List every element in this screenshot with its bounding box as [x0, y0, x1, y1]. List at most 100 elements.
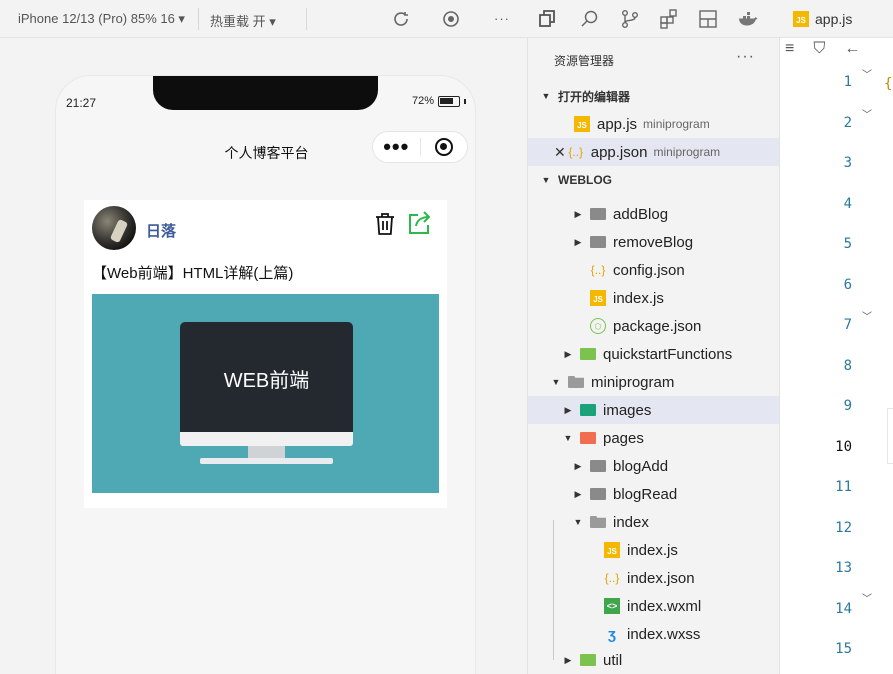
line-number: 1 — [843, 74, 852, 90]
tree-item-miniprogram[interactable]: ▼ miniprogram — [528, 368, 780, 396]
tree-item-label: removeBlog — [613, 233, 694, 251]
avatar — [92, 206, 136, 250]
open-file-app-js[interactable]: JS app.js miniprogram — [528, 110, 780, 138]
tree-item-label: package.json — [613, 317, 702, 335]
capsule-close-button[interactable] — [420, 138, 467, 156]
open-editors-label: 打开的编辑器 — [558, 89, 631, 104]
hot-reload-toggle[interactable]: 热重载 开 ▾ — [210, 11, 276, 30]
share-icon[interactable] — [407, 210, 433, 236]
tree-item-addblog[interactable]: ▶ addBlog — [528, 200, 780, 228]
line-number: 11 — [835, 479, 852, 495]
folder-open-icon — [568, 376, 584, 388]
tree-item-quickstartfunctions[interactable]: ▶ quickstartFunctions — [528, 340, 780, 368]
tree-item-label: index.js — [627, 541, 678, 559]
tree-item-index-wxml[interactable]: <> index.wxml — [528, 592, 780, 620]
line-number: 4 — [843, 195, 852, 212]
folder-open-icon — [590, 516, 606, 528]
code-brace: { — [884, 76, 893, 92]
monitor-base — [200, 458, 333, 464]
json-file-icon: {..} — [590, 263, 606, 277]
tree-item-package-json[interactable]: ⬡ package.json — [528, 312, 780, 340]
status-time: 21:27 — [66, 96, 97, 110]
more-button[interactable]: ··· — [494, 11, 510, 26]
tree-item-label: index.wxss — [627, 625, 701, 643]
copy-icon[interactable] — [536, 8, 558, 30]
blog-card[interactable]: 日落 【Web前端】HTML详解(上篇) WEB前端 — [84, 200, 447, 508]
line-number: 13 — [835, 560, 852, 576]
tree-item-label: index.json — [627, 569, 695, 587]
tree-item-index-json[interactable]: {..} index.json — [528, 564, 780, 592]
fold-chevron-icon[interactable]: ﹀ — [862, 66, 872, 81]
tree-item-index-folder[interactable]: ▼ index — [528, 508, 780, 536]
bookmark-icon[interactable]: ⛉ — [813, 40, 825, 58]
back-arrow-icon[interactable]: ← — [844, 40, 860, 58]
package-icon: ⬡ — [590, 318, 606, 334]
editor-toolbar: ≡ ⛉ ← — [785, 40, 860, 58]
open-file-folder: miniprogram — [653, 145, 721, 159]
tree-item-index-js[interactable]: JS index.js — [528, 284, 780, 312]
tree-item-index-wxss[interactable]: ʒ index.wxss — [528, 620, 780, 648]
line-number: 6 — [843, 276, 852, 293]
post-cover-image[interactable]: WEB前端 — [92, 294, 439, 493]
line-number: 9 — [843, 398, 852, 414]
code-editor[interactable] — [779, 38, 893, 674]
record-icon[interactable] — [440, 8, 462, 30]
toolbar-divider — [198, 8, 199, 30]
layout-icon[interactable] — [697, 8, 719, 30]
device-selector[interactable]: iPhone 12/13 (Pro) 85% 16 ▾ — [18, 11, 185, 27]
cover-text: WEB前端 — [223, 370, 310, 392]
close-icon[interactable]: ✕ — [554, 144, 566, 161]
simulator-panel: 21:27 72% 个人博客平台 ••• 日落 【Web前端】HTML详解(上篇… — [0, 38, 527, 674]
open-editors-section[interactable]: ▼ 打开的编辑器 — [528, 82, 780, 110]
tree-item-pages[interactable]: ▼ pages — [528, 424, 780, 452]
explorer-more-button[interactable]: ··· — [736, 48, 755, 66]
js-file-icon: JS — [604, 542, 620, 558]
docker-icon[interactable] — [737, 8, 759, 30]
author-name: 日落 — [146, 223, 177, 240]
js-file-icon: JS — [793, 11, 809, 27]
tree-item-config-json[interactable]: {..} config.json — [528, 256, 780, 284]
extensions-icon[interactable] — [658, 8, 680, 30]
chevron-down-icon: ▼ — [563, 433, 573, 443]
project-section[interactable]: ▼ WEBLOG — [528, 166, 780, 194]
line-number: 8 — [843, 357, 852, 374]
tree-item-blogadd[interactable]: ▶ blogAdd — [528, 452, 780, 480]
chevron-right-icon: ▶ — [564, 348, 572, 359]
folder-icon — [590, 236, 606, 248]
fold-chevron-icon[interactable]: ﹀ — [862, 106, 872, 121]
tree-item-removeblog[interactable]: ▶ removeBlog — [528, 228, 780, 256]
tree-item-label: config.json — [613, 261, 685, 279]
tree-item-label: index.wxml — [627, 597, 702, 615]
open-file-folder: miniprogram — [643, 117, 710, 131]
tree-item-util[interactable]: ▶ util — [528, 646, 780, 674]
capsule-menu: ••• — [372, 131, 468, 163]
tree-item-images[interactable]: ▶ images — [528, 396, 780, 424]
capsule-more-button[interactable]: ••• — [373, 136, 420, 158]
tree-item-index-js[interactable]: JS index.js — [528, 536, 780, 564]
tree-item-label: pages — [603, 429, 644, 447]
list-icon[interactable]: ≡ — [785, 40, 794, 58]
battery-icon — [438, 95, 461, 107]
images-folder-icon — [580, 404, 596, 416]
search-icon[interactable] — [579, 8, 601, 30]
tree-item-blogread[interactable]: ▶ blogRead — [528, 480, 780, 508]
open-file-app-json[interactable]: ✕ {..} app.json miniprogram — [528, 138, 780, 166]
tree-indent-guide — [553, 520, 554, 660]
chevron-right-icon: ▶ — [564, 654, 572, 665]
source-control-icon[interactable] — [619, 8, 641, 30]
line-number: 3 — [843, 155, 852, 171]
line-number: 14 — [835, 600, 852, 617]
pages-folder-icon — [580, 432, 596, 444]
json-file-icon: {..} — [604, 571, 620, 585]
editor-tab-app-js[interactable]: JS app.js — [793, 0, 852, 38]
tree-item-label: index.js — [613, 289, 664, 307]
trash-icon[interactable] — [374, 212, 396, 236]
tree-item-label: miniprogram — [591, 373, 675, 391]
chevron-right-icon: ▶ — [574, 488, 582, 499]
fold-chevron-icon[interactable]: ﹀ — [862, 308, 872, 323]
folder-icon — [590, 208, 606, 220]
cloud-folder-icon — [580, 348, 596, 360]
refresh-icon[interactable] — [390, 8, 412, 30]
fold-chevron-icon[interactable]: ﹀ — [862, 590, 872, 605]
folder-icon — [580, 654, 596, 666]
